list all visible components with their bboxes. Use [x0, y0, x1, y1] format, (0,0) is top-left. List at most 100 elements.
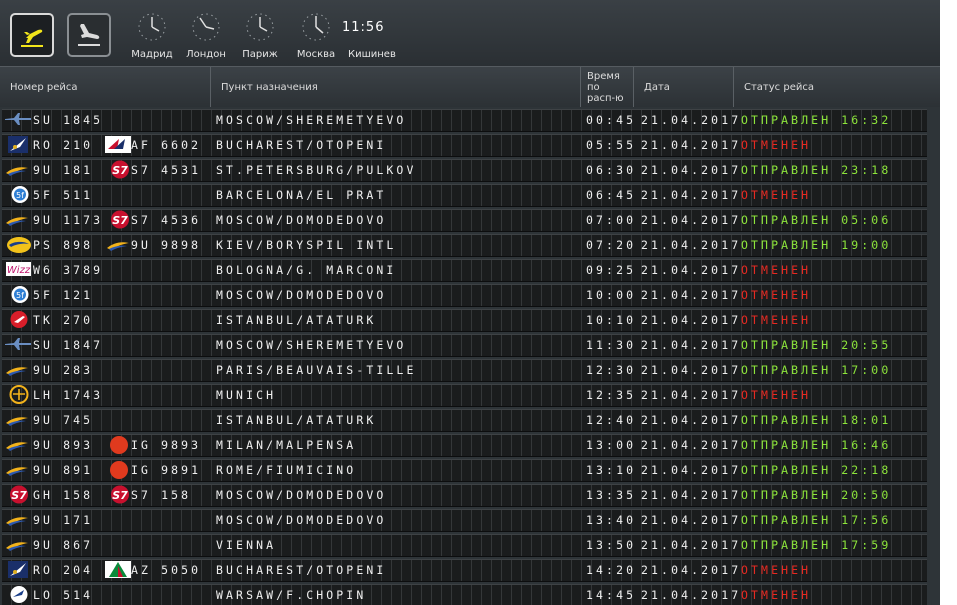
flight-number: SU 1847 [33, 338, 104, 352]
flight-row[interactable]: SU 1845 MOSCOW/SHEREMETYEVO 00:45 21.04.201… [0, 107, 940, 132]
flight-row[interactable]: LH 1743 MUNICH 12:35 21.04.2017 ОТМЕНЕН [0, 382, 940, 407]
flight-row[interactable]: 9U 283 PARIS/BEAUVAIS-TILLE 12:30 21.04.201… [0, 357, 940, 382]
flight-status: ОТПРАВЛЕН 17:00 [741, 363, 892, 377]
flight-row[interactable]: TK 270 ISTANBUL/ATATURK 10:10 21.04.2017 ОТМ… [0, 307, 940, 332]
flight-number: 9U 1173 [33, 213, 104, 227]
column-time[interactable]: Время по расп-ю [580, 67, 633, 107]
flight-row[interactable]: 9U 867 VIENNA 13:50 21.04.2017 ОТПРАВЛЕН 17:… [0, 532, 940, 557]
flight-number: 9U 891 [33, 463, 94, 477]
flight-row[interactable]: 9U 745 ISTANBUL/ATATURK 12:40 21.04.2017 ОТП… [0, 407, 940, 432]
flight-status: ОТПРАВЛЕН 20:55 [741, 338, 892, 352]
departures-button[interactable] [10, 13, 54, 57]
destination: WARSAW/F.CHOPIN [216, 588, 367, 602]
flight-date: 21.04.2017 [641, 488, 742, 502]
clock-city-label: Париж [242, 49, 278, 60]
airline-logo-icon [4, 535, 30, 554]
flight-row[interactable]: PS 898 9U 9898 KIEV/BORYSPIL INTL 07:20 21.0… [0, 232, 940, 257]
flight-date: 21.04.2017 [641, 313, 742, 327]
clock-face-icon [192, 13, 220, 41]
airline-logo-icon: 5f [4, 285, 30, 304]
flight-number: RO 210 [33, 138, 94, 152]
column-time-line1: Время [587, 70, 620, 82]
flight-number: LH 1743 [33, 388, 104, 402]
flight-row[interactable]: 5f 5F 121 MOSCOW/DOMODEDOVO 10:00 21.04.2017… [0, 282, 940, 307]
flight-row[interactable]: SU 1847 MOSCOW/SHEREMETYEVO 11:30 21.04.201… [0, 332, 940, 357]
flight-date: 21.04.2017 [641, 113, 742, 127]
column-flight[interactable]: Номер рейса [0, 67, 210, 107]
clock-london: Лондон [176, 12, 236, 64]
flight-number: 9U 745 [33, 413, 94, 427]
svg-text:5f: 5f [16, 291, 24, 300]
codeshare-logo-icon: S7 [105, 160, 131, 179]
flight-status: ОТПРАВЛЕН 23:18 [741, 163, 892, 177]
flight-status: ОТМЕНЕН [741, 138, 812, 152]
flight-row[interactable]: 9U 893 IG 9893 MILAN/MALPENSA 13:00 21.04.20… [0, 432, 940, 457]
flight-row[interactable]: Wizz W6 3789 BOLOGNA/G. MARCONI 09:25 21.04.… [0, 257, 940, 282]
destination: MOSCOW/SHEREMETYEVO [216, 113, 407, 127]
scheduled-time: 06:30 [586, 163, 637, 177]
flight-status: ОТПРАВЛЕН 19:00 [741, 238, 892, 252]
codeshare-logo-icon: S7 [105, 485, 131, 504]
flight-row[interactable]: 9U 181 S7 S7 4531 ST.PETERSBURG/PULKOV 06:30… [0, 157, 940, 182]
codeshare-number: AF 6602 [131, 138, 202, 152]
scheduled-time: 10:00 [586, 288, 637, 302]
flight-number: 9U 171 [33, 513, 94, 527]
destination: MOSCOW/DOMODEDOVO [216, 488, 387, 502]
arrivals-button[interactable] [67, 13, 111, 57]
flight-date: 21.04.2017 [641, 438, 742, 452]
clock-madrid: Мадрид [122, 12, 182, 64]
flight-number: 9U 893 [33, 438, 94, 452]
scheduled-time: 14:20 [586, 563, 637, 577]
destination: ROME/FIUMICINO [216, 463, 357, 477]
plane-arrival-icon [78, 24, 100, 46]
codeshare-number: S7 4531 [131, 163, 202, 177]
top-toolbar: Мадрид Лондон Париж Москва 11:56 Кишинев [0, 0, 940, 66]
flight-row[interactable]: LO 514 WARSAW/F.CHOPIN 14:45 21.04.2017 ОТМЕ… [0, 582, 940, 605]
flight-status: ОТМЕНЕН [741, 188, 812, 202]
flight-status: ОТПРАВЛЕН 05:06 [741, 213, 892, 227]
flight-status: ОТМЕНЕН [741, 288, 812, 302]
flight-date: 21.04.2017 [641, 363, 742, 377]
airline-logo-icon [4, 310, 30, 329]
flight-date: 21.04.2017 [641, 463, 742, 477]
flight-row[interactable]: 5f 5F 511 BARCELONA/EL PRAT 06:45 21.04.2017… [0, 182, 940, 207]
flight-status: ОТПРАВЛЕН 16:46 [741, 438, 892, 452]
airline-logo-icon: S7 [4, 485, 30, 504]
flight-row[interactable]: RO 204 AZ 5050 BUCHAREST/OTOPENI 14:20 21.04… [0, 557, 940, 582]
airline-logo-icon [4, 360, 30, 379]
airline-logo-icon [4, 460, 30, 479]
scheduled-time: 13:40 [586, 513, 637, 527]
codeshare-number: S7 4536 [131, 213, 202, 227]
flight-date: 21.04.2017 [641, 513, 742, 527]
airline-logo-icon [4, 560, 30, 579]
scheduled-time: 13:10 [586, 463, 637, 477]
flight-row[interactable]: 9U 171 MOSCOW/DOMODEDOVO 13:40 21.04.2017 ОТ… [0, 507, 940, 532]
flight-row[interactable]: S7 GH 158 S7 S7 158 MOSCOW/DOMODEDOVO 13:35 21… [0, 482, 940, 507]
flight-number: RO 204 [33, 563, 94, 577]
codeshare-number: AZ 5050 [131, 563, 202, 577]
column-destination[interactable]: Пункт назначения [210, 67, 580, 107]
codeshare-number: 9U 9898 [131, 238, 202, 252]
codeshare-logo-icon [105, 235, 131, 254]
clock-city-label: Лондон [186, 49, 226, 60]
flight-status: ОТПРАВЛЕН 18:01 [741, 413, 892, 427]
destination: BUCHAREST/OTOPENI [216, 563, 387, 577]
scheduled-time: 11:30 [586, 338, 637, 352]
flight-row[interactable]: 9U 891 IG 9891 ROME/FIUMICINO 13:10 21.04.20… [0, 457, 940, 482]
flight-status: ОТПРАВЛЕН 22:18 [741, 463, 892, 477]
column-time-line2: по [587, 81, 600, 93]
flight-row[interactable]: 9U 1173 S7 S7 4536 MOSCOW/DOMODEDOVO 07:00 21… [0, 207, 940, 232]
destination: KIEV/BORYSPIL INTL [216, 238, 397, 252]
column-status[interactable]: Статус рейса [733, 67, 940, 107]
column-date[interactable]: Дата [633, 67, 733, 107]
scheduled-time: 07:00 [586, 213, 637, 227]
flight-row[interactable]: RO 210 AF 6602 BUCHAREST/OTOPENI 05:55 21.04… [0, 132, 940, 157]
flight-date: 21.04.2017 [641, 288, 742, 302]
codeshare-logo-icon [105, 560, 131, 579]
flight-number: 9U 283 [33, 363, 94, 377]
svg-text:Wizz: Wizz [7, 265, 31, 276]
flight-date: 21.04.2017 [641, 588, 742, 602]
airline-logo-icon [4, 235, 31, 254]
destination: VIENNA [216, 538, 277, 552]
destination: MUNICH [216, 388, 277, 402]
